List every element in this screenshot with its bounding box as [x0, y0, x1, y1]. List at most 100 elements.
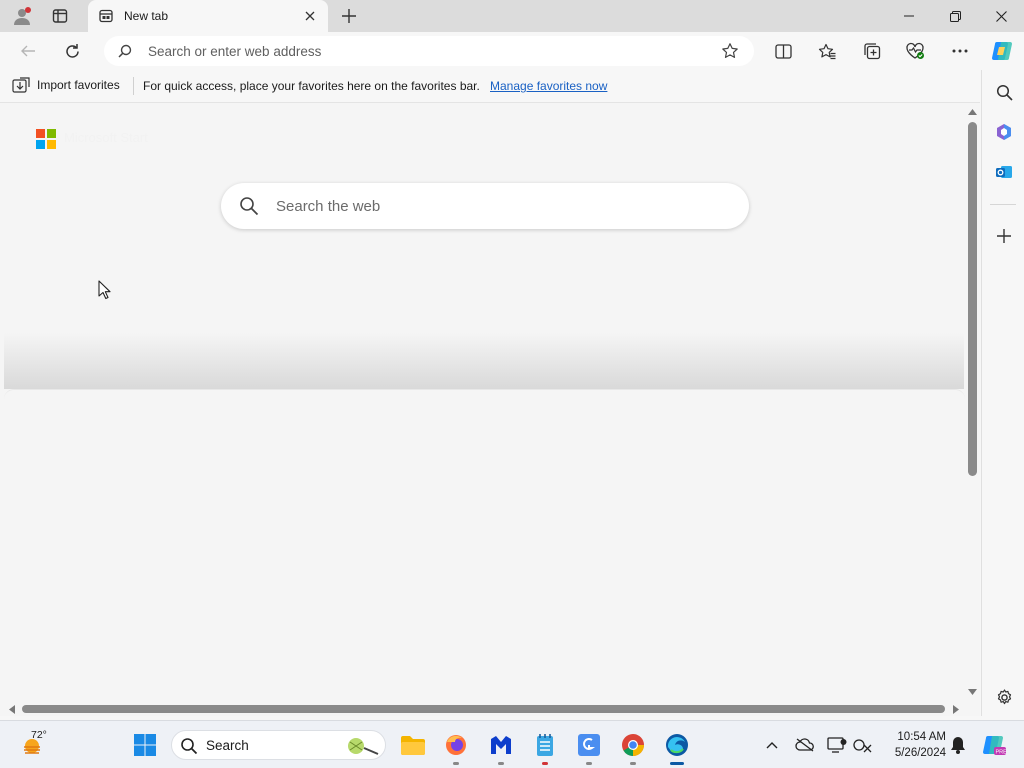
- svg-text:PRE: PRE: [996, 750, 1007, 756]
- file-explorer-button[interactable]: [397, 729, 429, 761]
- favorites-button[interactable]: [812, 37, 842, 65]
- search-icon: [118, 44, 132, 58]
- running-indicator: [586, 762, 592, 765]
- search-icon: [181, 738, 198, 755]
- navigation-bar: [0, 32, 1024, 70]
- settings-and-more-button[interactable]: [945, 37, 975, 65]
- scroll-down-arrow-icon[interactable]: [967, 688, 978, 696]
- malwarebytes-button[interactable]: [485, 729, 517, 765]
- close-icon: [305, 11, 315, 21]
- vertical-scrollbar[interactable]: [965, 104, 980, 702]
- sidebar-m365-button[interactable]: [990, 118, 1018, 146]
- tab-title: New tab: [124, 9, 169, 23]
- address-input[interactable]: [148, 42, 708, 60]
- profile-button[interactable]: [8, 4, 36, 28]
- profile-icon: [14, 7, 31, 25]
- malwarebytes-icon: [491, 736, 511, 754]
- windows-logo-icon: [134, 734, 156, 756]
- onedrive-button[interactable]: [793, 735, 817, 755]
- new-tab-page-icon: [99, 9, 113, 23]
- arrow-left-icon: [21, 45, 35, 57]
- search-icon: [240, 197, 259, 216]
- back-button[interactable]: [14, 37, 42, 65]
- copilot-taskbar-button[interactable]: PRE: [978, 731, 1008, 759]
- content-feed-area: [4, 389, 965, 707]
- search-icon: [996, 84, 1013, 101]
- split-screen-icon: [774, 43, 792, 59]
- workspaces-button[interactable]: [46, 4, 74, 28]
- app-button[interactable]: [573, 729, 605, 765]
- notepad-button[interactable]: [529, 729, 561, 765]
- web-search-input[interactable]: [276, 197, 716, 215]
- refresh-button[interactable]: [58, 37, 86, 65]
- taskbar-search-box[interactable]: Search: [171, 730, 386, 760]
- microsoft-logo: [36, 129, 56, 149]
- search-highlight-icon: [348, 738, 379, 755]
- browser-essentials-button[interactable]: [900, 37, 930, 65]
- horizontal-scroll-thumb[interactable]: [22, 705, 945, 713]
- minimize-icon: [904, 15, 914, 17]
- brand-name: Microsoft Start: [64, 130, 148, 145]
- favorites-icon: [818, 43, 836, 59]
- firefox-button[interactable]: [440, 729, 472, 765]
- network-button[interactable]: [851, 735, 875, 755]
- sidebar-outlook-button[interactable]: [990, 158, 1018, 186]
- import-favorites-label: Import favorites: [37, 78, 120, 92]
- running-indicator: [630, 762, 636, 765]
- app-icon: [578, 734, 600, 756]
- scroll-up-arrow-icon[interactable]: [967, 108, 978, 116]
- gear-icon: [997, 688, 1011, 704]
- manage-favorites-link[interactable]: Manage favorites now: [490, 79, 607, 93]
- folder-icon: [401, 736, 425, 755]
- taskbar-clock[interactable]: 10:54 AM 5/26/2024: [880, 729, 946, 761]
- add-favorite-star-icon[interactable]: [721, 42, 739, 60]
- microsoft-365-icon: [997, 124, 1011, 140]
- plus-icon: [342, 9, 356, 23]
- clock-date: 5/26/2024: [894, 747, 946, 759]
- running-indicator: [542, 762, 548, 765]
- sidebar-divider: [990, 204, 1016, 205]
- edge-icon: [666, 734, 688, 756]
- sidebar-search-button[interactable]: [990, 78, 1018, 106]
- copilot-icon: [992, 42, 1012, 60]
- display-button[interactable]: [825, 735, 849, 755]
- mouse-cursor-icon: [98, 280, 111, 300]
- new-tab-page: Microsoft Start: [0, 102, 980, 716]
- refresh-icon: [65, 43, 79, 58]
- workspaces-icon: [52, 9, 68, 23]
- windows-taskbar: 72° Search 10:54 AM 5/26/2024 PRE: [0, 720, 1024, 768]
- start-button[interactable]: [129, 729, 161, 761]
- scroll-left-arrow-icon[interactable]: [8, 704, 16, 715]
- minimize-button[interactable]: [886, 0, 932, 32]
- horizontal-scrollbar[interactable]: [4, 702, 966, 716]
- close-window-button[interactable]: [978, 0, 1024, 32]
- title-bar: New tab: [0, 0, 1024, 32]
- vertical-scroll-thumb[interactable]: [968, 122, 977, 476]
- heart-pulse-icon: [906, 42, 924, 59]
- sidebar-settings-button[interactable]: [990, 683, 1018, 711]
- show-hidden-icons-button[interactable]: [760, 735, 784, 755]
- split-screen-button[interactable]: [768, 37, 798, 65]
- new-tab-button[interactable]: [336, 4, 362, 28]
- web-search-box[interactable]: [221, 183, 749, 229]
- chevron-up-icon: [766, 742, 778, 749]
- clock-time: 10:54 AM: [897, 731, 946, 743]
- copilot-button[interactable]: [987, 37, 1017, 65]
- weather-widget[interactable]: 72°: [18, 729, 68, 761]
- plus-icon: [997, 229, 1011, 243]
- sidebar-add-button[interactable]: [990, 222, 1018, 250]
- import-favorites-button[interactable]: Import favorites: [12, 77, 120, 93]
- edge-button[interactable]: [661, 729, 693, 765]
- notifications-button[interactable]: [946, 735, 970, 755]
- scroll-right-arrow-icon[interactable]: [952, 704, 960, 715]
- chrome-button[interactable]: [617, 729, 649, 765]
- running-indicator: [453, 762, 459, 765]
- favorites-bar: Import favorites For quick access, place…: [0, 70, 1024, 102]
- outlook-icon: [996, 166, 1012, 178]
- collections-button[interactable]: [857, 37, 887, 65]
- restore-button[interactable]: [932, 0, 978, 32]
- tab-close-button[interactable]: [302, 8, 318, 24]
- favorites-bar-message: For quick access, place your favorites h…: [143, 79, 480, 93]
- address-bar[interactable]: [104, 36, 754, 66]
- tab-new-tab[interactable]: New tab: [88, 0, 328, 32]
